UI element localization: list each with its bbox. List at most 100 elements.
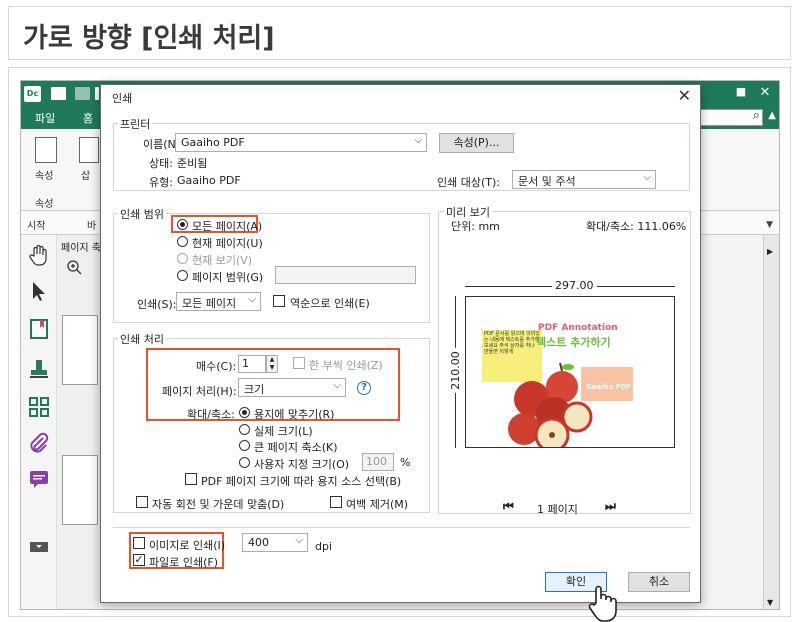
current-page-radio[interactable] — [177, 236, 188, 247]
maximize-icon[interactable]: ■ — [731, 85, 751, 98]
shrink-large-radio[interactable] — [239, 440, 250, 451]
fit-to-paper-radio[interactable] — [239, 407, 250, 418]
chevron-down-icon: ⌵ — [414, 135, 422, 146]
print-as-image-label: 이미지로 인쇄(I) — [149, 539, 226, 552]
close-icon[interactable]: ✕ — [678, 86, 691, 105]
save-icon[interactable] — [51, 87, 66, 100]
current-view-label: 현재 보기(V) — [192, 254, 253, 267]
scroll-right-icon[interactable]: ▶ — [767, 247, 773, 256]
chevron-down-icon: ⌵ — [333, 380, 341, 391]
close-icon[interactable]: ✕ — [755, 85, 775, 100]
scale-label: 확대/축소: — [187, 408, 235, 421]
preview-page-nav: 1 페이지 — [537, 503, 578, 516]
hand-tool-icon[interactable] — [27, 243, 51, 267]
dpi-select[interactable]: 400 ⌵ — [242, 533, 308, 552]
page-range-radio[interactable] — [177, 270, 188, 281]
ribbon-tab-home[interactable]: 홈 — [83, 110, 93, 126]
print-subset-select[interactable]: 모든 페이지 ⌵ — [176, 292, 261, 311]
custom-scale-radio[interactable] — [239, 457, 250, 468]
printer-properties-button[interactable]: 속성(P)... — [439, 133, 514, 153]
bookmark-icon[interactable] — [27, 317, 51, 341]
print-dialog: 인쇄 ✕ 프린터 이름(N): Gaaiho PDF ⌵ 속성(P)... 상태:… — [100, 84, 701, 603]
comment-icon[interactable] — [27, 467, 51, 491]
remove-margin-label: 여백 제거(M) — [346, 498, 409, 511]
printer-name-select[interactable]: Gaaiho PDF ⌵ — [175, 133, 427, 152]
print-subset-label: 인쇄(S): — [137, 298, 177, 311]
auto-rotate-checkbox[interactable] — [136, 496, 148, 508]
zoom-in-icon[interactable] — [66, 259, 82, 275]
page-thumbnail[interactable] — [62, 315, 98, 385]
collate-checkbox[interactable] — [293, 357, 305, 369]
page-range-input[interactable] — [275, 266, 416, 284]
current-view-radio[interactable] — [177, 253, 188, 264]
panel-label: 페이지 축 — [61, 243, 101, 254]
preview-note-text: PDF 문서를 읽으며 의미있는 내용에 텍스트를 추가해 보세요 주석 상자를… — [484, 331, 540, 355]
previous-page-icon[interactable]: ⏮ — [503, 499, 514, 514]
dialog-title: 인쇄 — [112, 92, 133, 105]
folder-icon[interactable] — [75, 87, 90, 100]
reverse-order-checkbox[interactable] — [273, 295, 285, 307]
cancel-button[interactable]: 취소 — [628, 572, 690, 592]
help-icon[interactable]: ? — [357, 381, 371, 395]
page-thumbnail[interactable] — [62, 455, 98, 525]
copies-stepper[interactable]: ▲ ▼ — [266, 355, 278, 373]
thumbnails-icon[interactable] — [27, 395, 51, 419]
properties-label: 속성 — [35, 171, 54, 182]
status-label: 상태: — [149, 157, 173, 170]
custom-scale-label: 사용자 지정 크기(O) — [254, 458, 350, 471]
copies-input[interactable]: 1 — [238, 355, 266, 373]
chevron-down-icon: ⌵ — [248, 294, 256, 305]
auto-rotate-label: 자동 회전 및 가운데 맞춤(D) — [152, 498, 285, 511]
dpi-label: dpi — [315, 540, 333, 553]
insert-label: 삽 — [81, 171, 91, 182]
left-toolbar — [21, 235, 57, 609]
apple-image — [508, 362, 593, 447]
current-page-label: 현재 페이지(U) — [192, 237, 263, 250]
stamp-icon[interactable] — [27, 357, 51, 381]
actual-size-radio[interactable] — [239, 424, 250, 435]
chevron-down-icon: ⌵ — [295, 535, 303, 546]
print-as-image-checkbox[interactable] — [133, 537, 145, 549]
thumbnail-panel: 페이지 축 — [58, 235, 101, 609]
search-icon: ⌕ — [752, 108, 760, 123]
page-handling-label: 페이지 처리(H): — [162, 385, 237, 398]
preview-unit: 단위: mm — [451, 220, 500, 233]
vertical-scrollbar[interactable]: ▶ ▼ — [763, 235, 779, 609]
attachment-icon[interactable] — [27, 431, 51, 455]
remove-margin-checkbox[interactable] — [330, 496, 342, 508]
ribbon-tab-file[interactable]: 파일 — [35, 110, 55, 126]
actual-size-label: 실제 크기(L) — [254, 425, 313, 438]
properties-icon[interactable] — [35, 137, 57, 163]
chevron-icon[interactable] — [95, 87, 99, 100]
doc-tab-start[interactable]: 시작 — [27, 217, 45, 232]
preview-height: 210.00 — [448, 348, 462, 393]
divider — [113, 527, 690, 528]
chevron-down-icon: ⌵ — [643, 172, 651, 183]
shrink-large-label: 큰 페이지 축소(K) — [254, 441, 338, 454]
select-arrow-icon[interactable] — [27, 279, 51, 303]
expand-panel-icon[interactable] — [27, 535, 51, 559]
printer-group-label: 프린터 — [118, 116, 153, 132]
print-target-select[interactable]: 문서 및 주석 ⌵ — [512, 170, 656, 189]
insert-icon[interactable] — [79, 137, 99, 163]
page-handling-select[interactable]: 크기 ⌵ — [238, 378, 346, 397]
preview-subheading: 텍스트 추가하기 — [536, 336, 611, 349]
print-handling-group-label: 인쇄 처리 — [118, 331, 166, 347]
tab-dropdown-icon[interactable]: ▼ — [766, 220, 773, 230]
collapse-ribbon-icon[interactable]: ▲ — [768, 110, 776, 121]
hand-cursor-icon — [588, 585, 617, 622]
preview-page: PDF 문서를 읽으며 의미있는 내용에 텍스트를 추가해 보세요 주석 상자를… — [465, 296, 675, 448]
percent-label: % — [400, 456, 411, 469]
all-pages-radio[interactable] — [177, 219, 188, 230]
next-page-icon[interactable]: ⏭ — [605, 499, 616, 514]
scroll-down-icon[interactable]: ▼ — [767, 598, 773, 607]
doc-tab-document[interactable]: 바 — [87, 217, 96, 232]
print-to-file-checkbox[interactable]: ✓ — [133, 554, 145, 566]
preview-group: PDF 문서를 읽으며 의미있는 내용에 텍스트를 추가해 보세요 주석 상자를… — [438, 211, 691, 516]
preview-heading: PDF Annotation — [538, 323, 618, 333]
custom-scale-input[interactable]: 100 — [362, 453, 394, 471]
type-value: Gaaiho PDF — [177, 174, 241, 187]
fit-to-paper-label: 용지에 맞추기(R) — [254, 408, 335, 421]
paper-source-checkbox[interactable] — [185, 473, 197, 485]
preview-width: 297.00 — [552, 279, 597, 292]
